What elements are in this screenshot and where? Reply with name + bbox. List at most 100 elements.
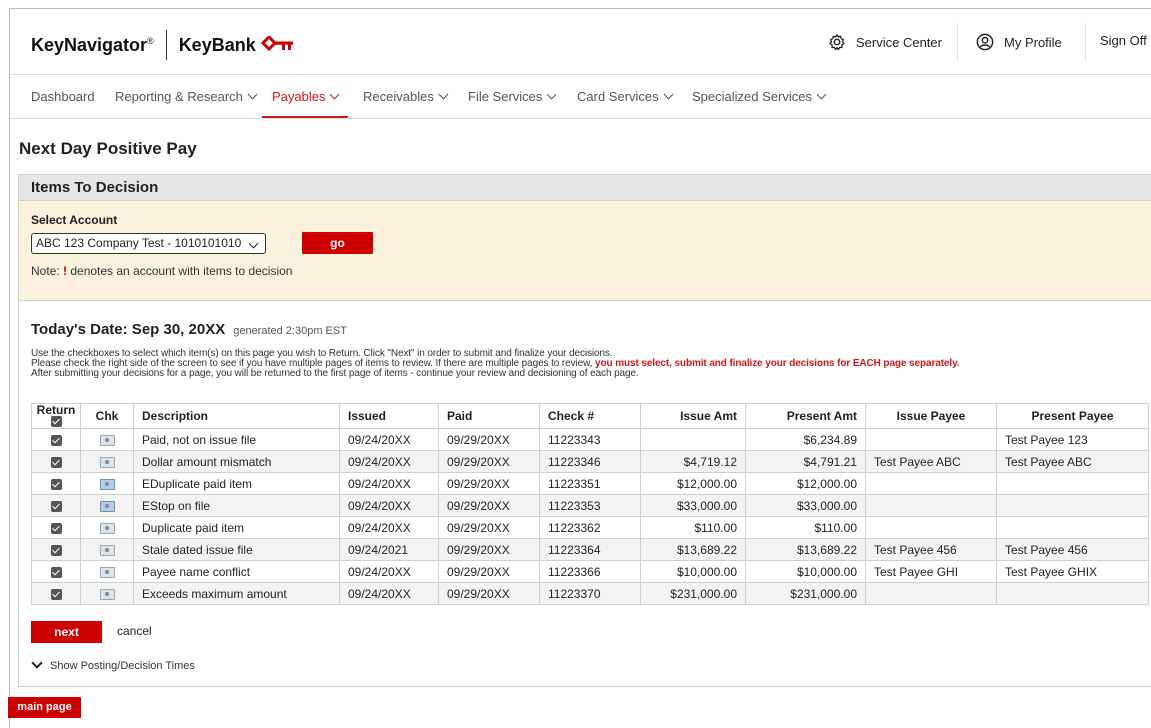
issue-payee-cell (865, 582, 997, 606)
return-checkbox[interactable] (50, 435, 62, 447)
service-center-link[interactable]: Service Center (828, 33, 942, 51)
paid-cell: 09/29/20XX (438, 582, 540, 606)
col-present-payee: Present Payee (996, 402, 1149, 430)
items-table: Return Chk Description Issued Paid Check… (31, 402, 1149, 606)
chevron-down-icon (330, 89, 340, 100)
return-cell (31, 582, 81, 606)
user-circle-icon (976, 33, 994, 51)
col-check-number: Check # (539, 402, 641, 430)
show-times-toggle[interactable]: Show Posting/Decision Times (31, 657, 195, 672)
chk-cell (80, 560, 134, 584)
present-amt-cell: $6,234.89 (745, 428, 866, 452)
check-image-icon[interactable] (99, 501, 115, 513)
return-checkbox[interactable] (50, 479, 62, 491)
return-checkbox[interactable] (50, 589, 62, 601)
top-header: KeyNavigator® KeyBank Service Center My … (10, 9, 1151, 75)
issue-payee-cell: Test Payee ABC (865, 450, 997, 474)
issue-payee-cell: Test Payee 456 (865, 538, 997, 562)
chevron-down-icon (438, 89, 449, 100)
nav-receivables[interactable]: Receivables (363, 75, 449, 118)
nav-reporting-research[interactable]: Reporting & Research (115, 75, 258, 118)
issue-payee-cell (865, 494, 997, 518)
nav-payables[interactable]: Payables (262, 75, 349, 118)
return-cell (31, 450, 81, 474)
description-cell: Dollar amount mismatch (133, 450, 340, 474)
col-present-amt: Present Amt (745, 402, 866, 430)
return-checkbox[interactable] (50, 501, 62, 513)
present-payee-cell: Test Payee GHIX (996, 560, 1149, 584)
issue-payee-cell: Test Payee GHI (865, 560, 997, 584)
main-page-button[interactable]: main page (8, 697, 81, 718)
account-select-value: ABC 123 Company Test - 1010101010 (36, 236, 242, 250)
nav-file-services[interactable]: File Services (468, 75, 557, 118)
cancel-link[interactable]: cancel (117, 624, 152, 638)
issue-amt-cell: $231,000.00 (640, 582, 746, 606)
instructions: Use the checkboxes to select which item(… (31, 349, 960, 379)
go-button[interactable]: go (302, 232, 373, 254)
check-image-icon[interactable] (99, 545, 115, 557)
chk-cell (80, 428, 134, 452)
return-cell (31, 560, 81, 584)
section-header: Items To Decision (18, 174, 1151, 201)
paid-cell: 09/29/20XX (438, 516, 540, 540)
select-account-label: Select Account (31, 213, 118, 227)
description-cell: Duplicate paid item (133, 516, 340, 540)
check-image-icon[interactable] (99, 567, 115, 579)
paid-cell: 09/29/20XX (438, 472, 540, 496)
check-image-icon[interactable] (99, 435, 115, 447)
issued-cell: 09/24/2021 (339, 538, 439, 562)
return-checkbox[interactable] (50, 567, 62, 579)
check-number-cell: 11223370 (539, 582, 641, 606)
return-checkbox[interactable] (50, 545, 62, 557)
issue-amt-cell: $10,000.00 (640, 560, 746, 584)
present-payee-cell (996, 516, 1149, 540)
my-profile-link[interactable]: My Profile (976, 33, 1062, 51)
return-checkbox[interactable] (50, 523, 62, 535)
header-divider (1085, 23, 1086, 61)
present-amt-cell: $4,791.21 (745, 450, 866, 474)
issue-amt-cell: $12,000.00 (640, 472, 746, 496)
paid-cell: 09/29/20XX (438, 450, 540, 474)
table-row: Dollar amount mismatch 09/24/20XX 09/29/… (31, 450, 1149, 474)
issue-payee-cell (865, 472, 997, 496)
note-prefix: Note: (31, 264, 64, 278)
check-number-cell: 11223362 (539, 516, 641, 540)
nav-specialized-services[interactable]: Specialized Services (692, 75, 827, 118)
return-checkbox[interactable] (50, 457, 62, 469)
next-button[interactable]: next (31, 621, 102, 643)
description-cell: EDuplicate paid item (133, 472, 340, 496)
select-all-checkbox[interactable] (50, 416, 62, 428)
present-payee-cell: Test Payee 456 (996, 538, 1149, 562)
brand-logo[interactable]: KeyNavigator® KeyBank (31, 30, 294, 60)
brand-keybank: KeyBank (178, 34, 256, 55)
account-select[interactable]: ABC 123 Company Test - 1010101010 (31, 233, 266, 254)
service-center-label: Service Center (856, 34, 942, 50)
present-payee-cell (996, 494, 1149, 518)
table-row: EStop on file 09/24/20XX 09/29/20XX 1122… (31, 494, 1149, 518)
check-image-icon[interactable] (99, 523, 115, 535)
return-cell (31, 538, 81, 562)
sign-off-label: Sign Off (1100, 33, 1147, 48)
check-number-cell: 11223346 (539, 450, 641, 474)
present-payee-cell: Test Payee 123 (996, 428, 1149, 452)
brand-keynavigator: KeyNavigator® (31, 34, 154, 55)
col-issue-amt: Issue Amt (640, 402, 746, 430)
paid-cell: 09/29/20XX (438, 494, 540, 518)
nav-card-services[interactable]: Card Services (577, 75, 674, 118)
nav-dashboard[interactable]: Dashboard (31, 75, 95, 118)
instruction-warning: you must select, submit and finalize you… (595, 358, 960, 369)
app-frame: KeyNavigator® KeyBank Service Center My … (9, 8, 1151, 728)
check-image-icon[interactable] (99, 589, 115, 601)
header-divider (957, 23, 958, 61)
issued-cell: 09/24/20XX (339, 428, 439, 452)
check-image-icon[interactable] (99, 457, 115, 469)
page-title: Next Day Positive Pay (19, 139, 197, 158)
items-panel: Today's Date: Sep 30, 20XX generated 2:30… (18, 301, 1151, 687)
description-cell: Paid, not on issue file (133, 428, 340, 452)
sign-off-link[interactable]: Sign Off (1100, 33, 1147, 48)
col-paid: Paid (438, 402, 540, 430)
col-return-label: Return (36, 403, 76, 417)
present-amt-cell: $231,000.00 (745, 582, 866, 606)
check-image-icon[interactable] (99, 479, 115, 491)
chk-cell (80, 538, 134, 562)
